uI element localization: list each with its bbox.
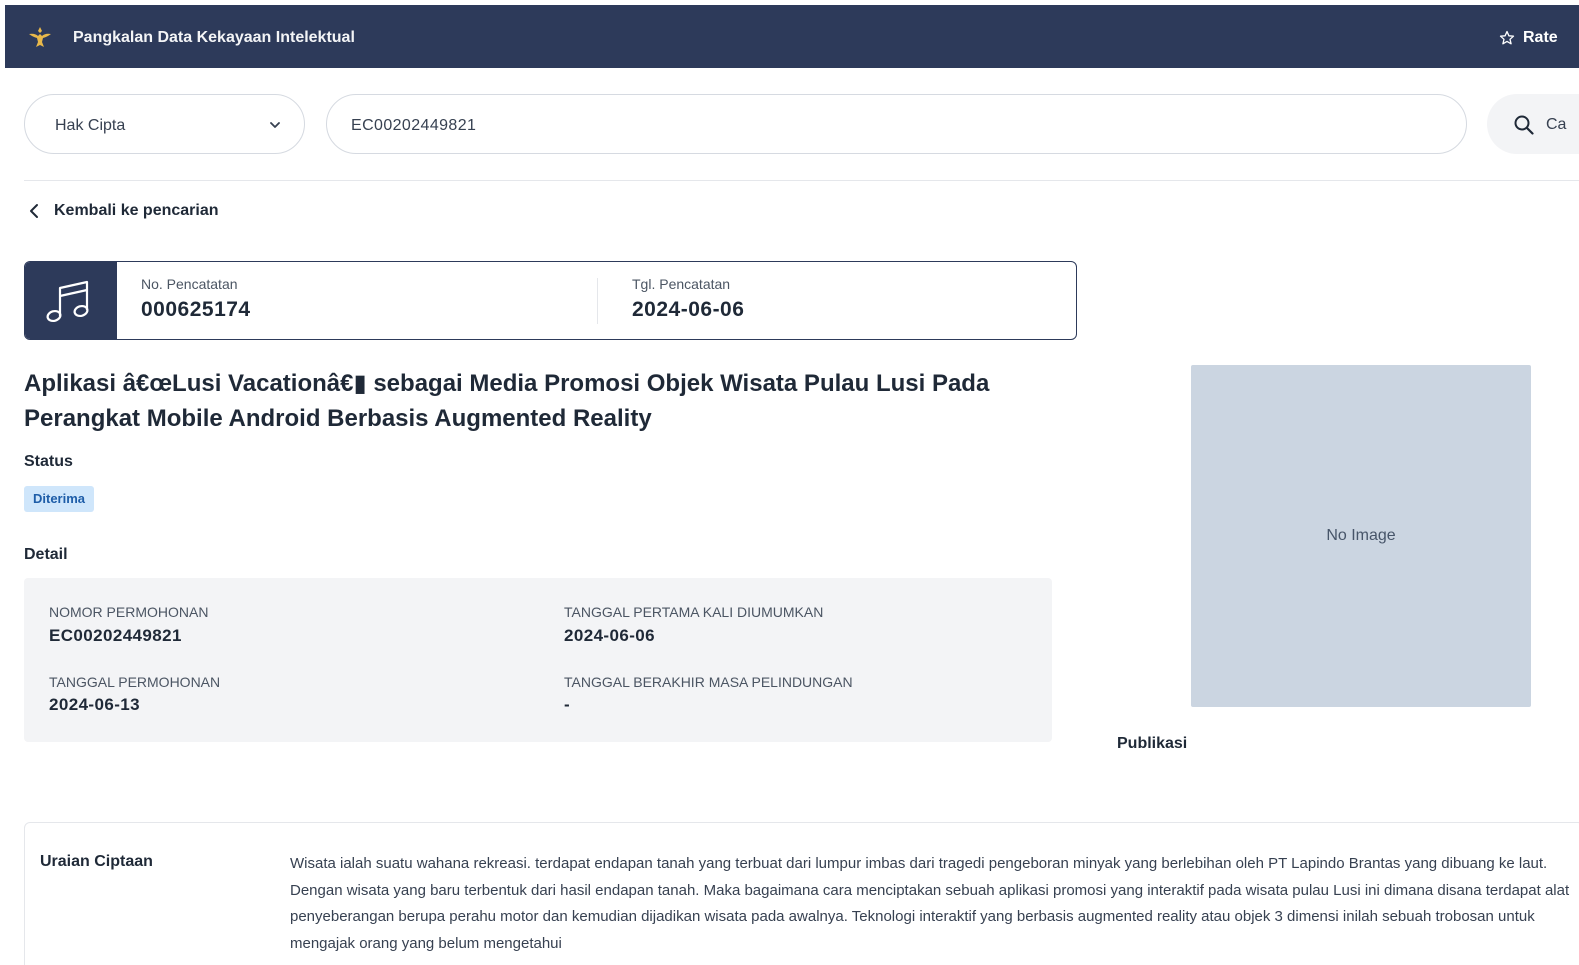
tanggal-berakhir-label: TANGGAL BERAKHIR MASA PELINDUNGAN (564, 674, 853, 690)
star-icon (1499, 30, 1515, 45)
tanggal-diumumkan-value: 2024-06-06 (564, 626, 655, 645)
nomor-permohonan-value: EC00202449821 (49, 626, 182, 645)
category-value: Hak Cipta (55, 117, 126, 134)
no-image-text: No Image (1326, 527, 1396, 544)
search-button[interactable]: Ca (1487, 94, 1579, 154)
top-bar: Pangkalan Data Kekayaan Intelektual Rate (5, 5, 1579, 68)
uraian-text: Wisata ialah suatu wahana rekreasi. terd… (290, 855, 1570, 952)
status-badge: Diterima (24, 486, 95, 512)
divider (24, 180, 1579, 181)
category-select[interactable]: Hak Cipta (24, 94, 305, 154)
tgl-pencatatan-label: Tgl. Pencatatan (632, 276, 731, 292)
record-card: No. Pencatatan 000625174 Tgl. Pencatatan… (24, 261, 1077, 340)
nomor-permohonan-label: NOMOR PERMOHONAN (49, 604, 209, 620)
chevron-down-icon (270, 122, 280, 128)
no-pencatatan-value: 000625174 (141, 298, 251, 321)
record-title: Aplikasi â€œLusi Vacationâ€▮ sebagai Med… (24, 370, 990, 432)
back-label: Kembali ke pencarian (54, 202, 219, 219)
tanggal-permohonan-value: 2024-06-13 (49, 695, 140, 714)
detail-label: Detail (24, 546, 68, 563)
card-separator (597, 278, 598, 324)
record-image-placeholder: No Image (1191, 365, 1531, 707)
app-title[interactable]: Pangkalan Data Kekayaan Intelektual (73, 29, 355, 47)
publikasi-label: Publikasi (1117, 735, 1188, 752)
rate-label: Rate (1523, 29, 1558, 46)
music-note-icon (46, 280, 89, 323)
rate-button[interactable]: Rate (1499, 29, 1558, 47)
tanggal-berakhir-value: - (564, 695, 571, 714)
detail-box: NOMOR PERMOHONAN EC00202449821 TANGGAL P… (24, 578, 1052, 742)
garuda-logo-icon[interactable] (27, 25, 53, 51)
back-to-search-link[interactable]: Kembali ke pencarian (28, 202, 219, 220)
uraian-label: Uraian Ciptaan (40, 853, 153, 870)
search-icon (1514, 115, 1534, 135)
tanggal-permohonan-label: TANGGAL PERMOHONAN (49, 674, 221, 690)
search-query: EC00202449821 (351, 117, 477, 134)
status-label: Status (24, 453, 73, 470)
record-type-box (25, 262, 117, 339)
tanggal-diumumkan-label: TANGGAL PERTAMA KALI DIUMUMKAN (564, 604, 824, 620)
search-input[interactable]: EC00202449821 (326, 94, 1467, 154)
chevron-left-icon (30, 204, 38, 218)
uraian-card: Uraian Ciptaan Wisata ialah suatu wahana… (24, 822, 1579, 965)
search-button-label: Ca (1546, 116, 1567, 133)
no-pencatatan-label: No. Pencatatan (141, 276, 238, 292)
tgl-pencatatan-value: 2024-06-06 (632, 298, 745, 321)
